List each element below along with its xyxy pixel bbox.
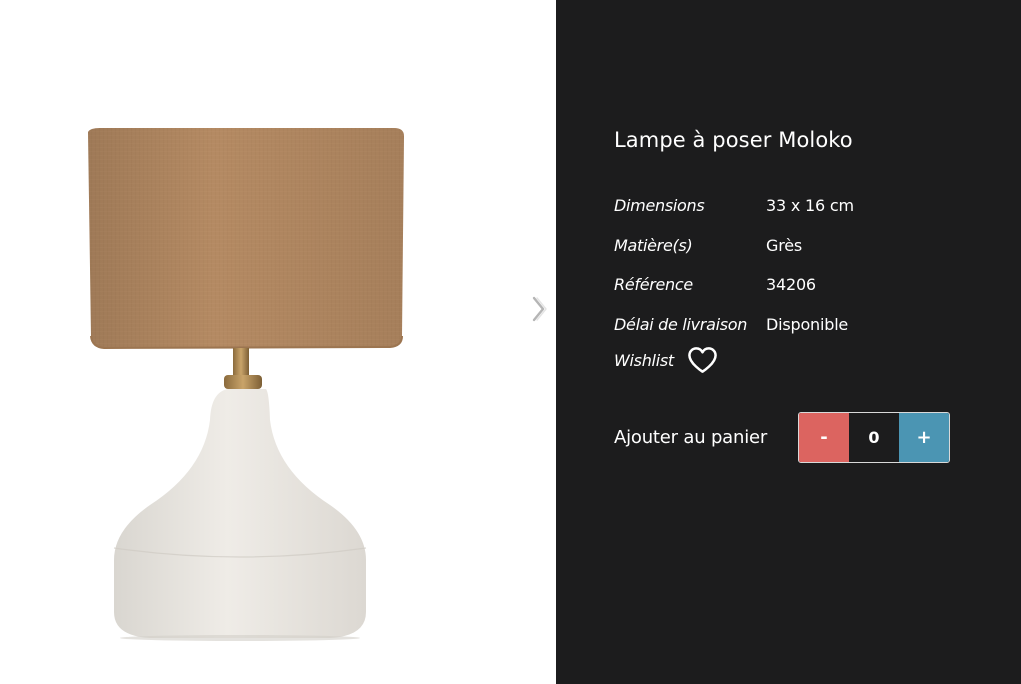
spec-row-dimensions: Dimensions 33 x 16 cm [614, 186, 854, 226]
spec-value: Disponible [766, 314, 849, 334]
wishlist-toggle[interactable]: Wishlist [614, 346, 718, 374]
product-page: Lampe à poser Moloko Dimensions 33 x 16 … [0, 0, 1021, 684]
product-specs: Dimensions 33 x 16 cm Matière(s) Grès Ré… [614, 186, 854, 344]
product-details-panel: Lampe à poser Moloko Dimensions 33 x 16 … [556, 0, 1021, 684]
spec-label: Délai de livraison [614, 314, 748, 334]
heart-outline-icon[interactable] [687, 346, 718, 374]
wishlist-label: Wishlist [614, 350, 674, 370]
spec-row-reference: Référence 34206 [614, 265, 854, 305]
add-to-cart-label: Ajouter au panier [614, 427, 768, 448]
spec-label: Dimensions [614, 196, 705, 216]
spec-label: Référence [614, 275, 693, 295]
quantity-stepper: - + [798, 412, 950, 463]
spec-label: Matière(s) [614, 235, 693, 255]
product-image-panel [0, 0, 556, 684]
spec-value: Grès [766, 235, 803, 255]
spec-row-material: Matière(s) Grès [614, 226, 854, 266]
increase-quantity-button[interactable]: + [899, 413, 949, 462]
decrease-quantity-button[interactable]: - [799, 413, 849, 462]
spec-value: 34206 [766, 275, 816, 295]
spec-row-delivery: Délai de livraison Disponible [614, 305, 854, 345]
quantity-input[interactable] [849, 413, 899, 462]
add-to-cart-row: Ajouter au panier - + [614, 412, 950, 463]
product-title: Lampe à poser Moloko [614, 128, 853, 152]
chevron-right-icon[interactable] [528, 294, 550, 324]
table-lamp-image [88, 128, 404, 641]
spec-value: 33 x 16 cm [766, 196, 854, 216]
